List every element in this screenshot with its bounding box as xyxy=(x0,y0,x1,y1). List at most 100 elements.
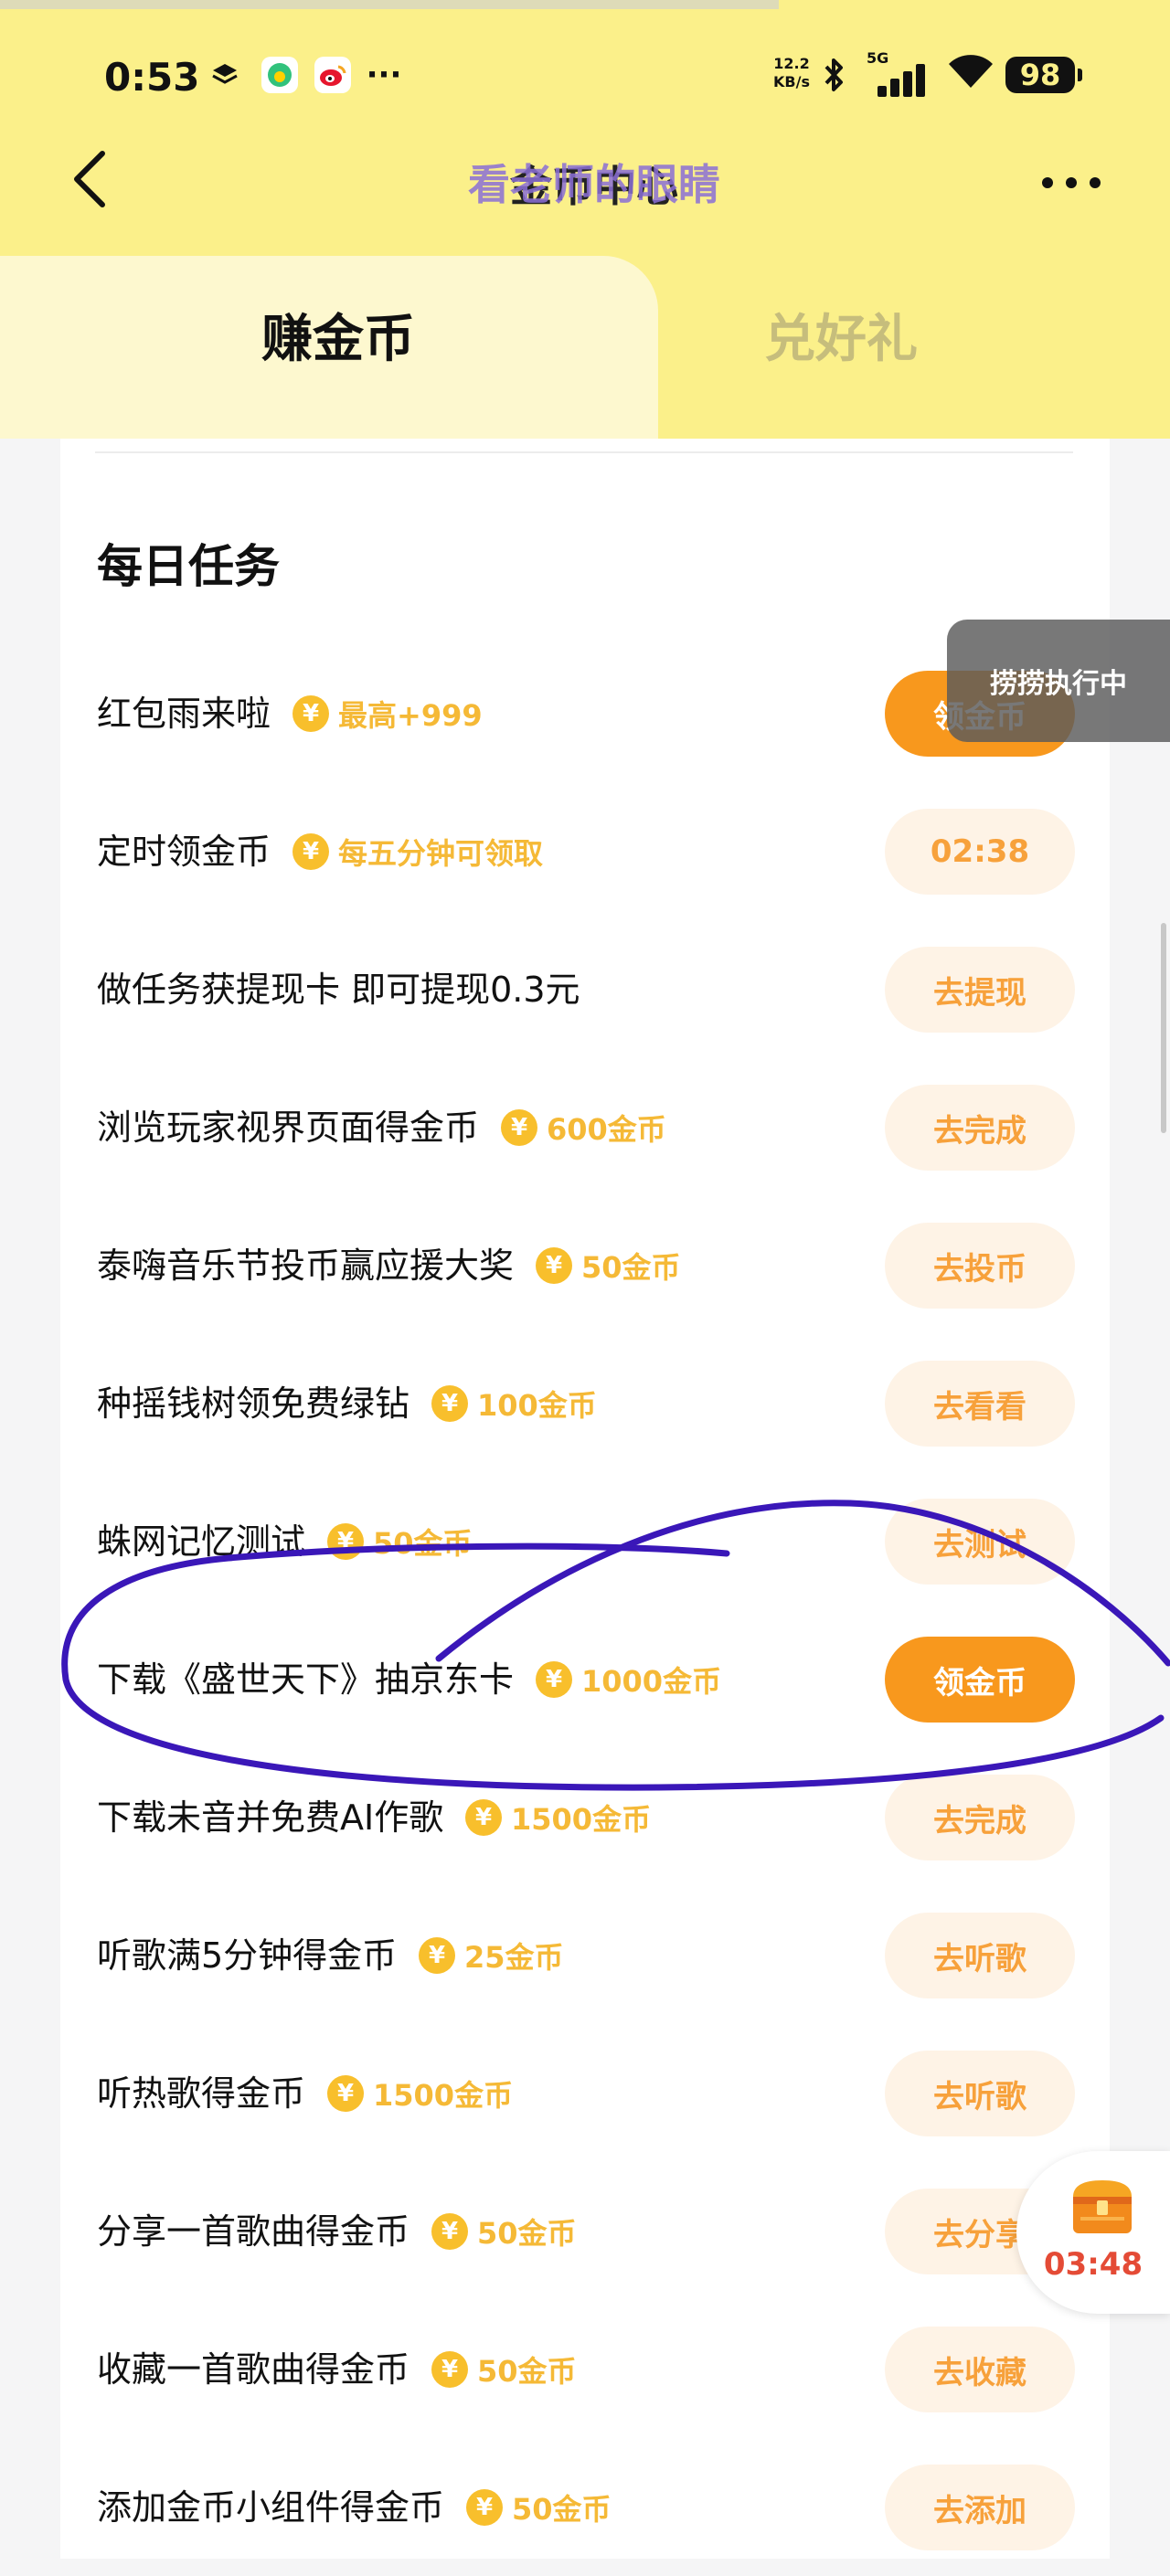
task-action-button[interactable]: 去完成 xyxy=(885,1775,1075,1860)
coin-icon: ¥ xyxy=(431,1385,468,1422)
treasure-chest-icon xyxy=(1073,2180,1132,2233)
tab-redeem-gifts[interactable]: 兑好礼 xyxy=(676,298,1005,372)
task-title: 听歌满5分钟得金币 xyxy=(97,1935,398,1976)
top-header: 0:53 ··· 12.2 KB/s 5G 98 金币中心 看老师的眼睛 赚金币… xyxy=(0,0,1170,439)
task-reward: ¥1000金币 xyxy=(536,1611,721,1748)
reward-amount: 最高+999 xyxy=(338,698,483,733)
task-reward: ¥25金币 xyxy=(419,1887,564,2024)
task-title: 分享一首歌曲得金币 xyxy=(97,2211,410,2252)
task-reward: ¥50金币 xyxy=(431,2301,577,2438)
task-action-button[interactable]: 去收藏 xyxy=(885,2327,1075,2412)
reward-amount: 1500金币 xyxy=(511,1802,652,1837)
task-row: 下载《盛世天下》抽京东卡 ¥1000金币 领金币 xyxy=(60,1611,1110,1748)
task-action-button[interactable]: 去测试 xyxy=(885,1499,1075,1585)
network-speed-value: 12.2 xyxy=(773,55,810,72)
tab-bar: 赚金币 兑好礼 xyxy=(0,256,1170,439)
task-reward: ¥50金币 xyxy=(536,1197,681,1334)
battery-level: 98 xyxy=(1019,58,1061,92)
coin-icon: ¥ xyxy=(536,1247,572,1284)
task-action-button[interactable]: 02:38 xyxy=(885,809,1075,895)
task-action-button[interactable]: 领金币 xyxy=(885,1637,1075,1723)
task-title: 蛛网记忆测试 xyxy=(97,1521,306,1562)
reward-amount: 50金币 xyxy=(477,2216,577,2251)
coin-icon: ¥ xyxy=(292,695,329,732)
task-action-button[interactable]: 去看看 xyxy=(885,1361,1075,1447)
network-speed-unit: KB/s xyxy=(773,73,810,90)
coin-icon: ¥ xyxy=(431,2213,468,2250)
coin-icon: ¥ xyxy=(465,1799,502,1836)
bluetooth-icon xyxy=(821,57,848,101)
coin-icon: ¥ xyxy=(327,1523,364,1560)
task-reward: ¥50金币 xyxy=(466,2439,612,2576)
task-title: 定时领金币 xyxy=(97,832,271,872)
reward-amount: 25金币 xyxy=(464,1940,564,1975)
task-reward: ¥ 每五分钟可领取 xyxy=(292,783,543,920)
task-action-button[interactable]: 去添加 xyxy=(885,2465,1075,2550)
task-action-button[interactable]: 去听歌 xyxy=(885,1913,1075,1998)
signal-icon xyxy=(878,64,932,97)
reward-amount: 100金币 xyxy=(477,1388,597,1423)
task-title: 红包雨来啦 xyxy=(97,694,271,734)
section-title: 每日任务 xyxy=(97,540,280,593)
task-reward: ¥ 最高+999 xyxy=(292,645,483,782)
top-progress-strip xyxy=(0,0,779,9)
daily-tasks-card: 每日任务 红包雨来啦 ¥ 最高+999 领金币 定时领金币 ¥ 每五分钟可领取 02:38 做任… xyxy=(60,439,1110,2559)
task-row: 添加金币小组件得金币 ¥50金币 去添加 xyxy=(60,2439,1110,2576)
task-row: 蛛网记忆测试 ¥50金币 去测试 xyxy=(60,1473,1110,1610)
reward-amount: 50金币 xyxy=(512,2492,612,2527)
weibo-icon xyxy=(314,57,351,93)
coin-icon: ¥ xyxy=(536,1661,572,1698)
back-arrow-icon[interactable] xyxy=(66,146,121,212)
tab-earn-coins[interactable]: 赚金币 xyxy=(0,256,658,439)
task-row: 听热歌得金币 ¥1500金币 去听歌 xyxy=(60,2025,1110,2162)
reward-amount: 1000金币 xyxy=(581,1664,722,1699)
task-title: 浏览玩家视界页面得金币 xyxy=(97,1108,480,1148)
task-reward: ¥50金币 xyxy=(431,2163,577,2300)
task-row: 分享一首歌曲得金币 ¥50金币 去分享 xyxy=(60,2163,1110,2300)
reward-amount: 50金币 xyxy=(373,1526,473,1561)
coin-icon: ¥ xyxy=(431,2351,468,2388)
task-row: 听歌满5分钟得金币 ¥25金币 去听歌 xyxy=(60,1887,1110,2024)
task-reward: ¥1500金币 xyxy=(327,2025,513,2162)
wifi-icon xyxy=(949,55,993,88)
status-bar: 0:53 ··· 12.2 KB/s 5G 98 xyxy=(0,48,1170,111)
task-row: 种摇钱树领免费绿钻 ¥100金币 去看看 xyxy=(60,1335,1110,1472)
network-speed: 12.2 KB/s xyxy=(773,55,810,91)
coin-icon: ¥ xyxy=(466,2489,503,2526)
task-action-button[interactable]: 去完成 xyxy=(885,1085,1075,1171)
reward-amount: 50金币 xyxy=(581,1250,681,1285)
task-reward: ¥100金币 xyxy=(431,1335,597,1472)
layers-icon xyxy=(207,57,243,93)
task-title: 做任务获提现卡 即可提现0.3元 xyxy=(97,970,580,1010)
task-action-button[interactable]: 去投币 xyxy=(885,1223,1075,1309)
task-reward: ¥600金币 xyxy=(501,1059,666,1196)
reward-amount: 600金币 xyxy=(547,1112,666,1147)
section-divider xyxy=(95,451,1073,453)
task-action-button[interactable]: 去提现 xyxy=(885,947,1075,1033)
task-title: 下载《盛世天下》抽京东卡 xyxy=(97,1659,515,1700)
battery-indicator: 98 xyxy=(1005,57,1082,93)
scrollbar[interactable] xyxy=(1161,923,1166,1133)
status-time: 0:53 xyxy=(104,55,200,100)
coin-icon: ¥ xyxy=(419,1937,455,1974)
task-row: 定时领金币 ¥ 每五分钟可领取 02:38 xyxy=(60,783,1110,920)
task-title: 听热歌得金币 xyxy=(97,2073,306,2114)
more-notifications-icon: ··· xyxy=(366,57,402,93)
tab-earn-coins-label: 赚金币 xyxy=(261,310,415,369)
task-action-button[interactable]: 去听歌 xyxy=(885,2051,1075,2136)
task-reward: ¥50金币 xyxy=(327,1473,473,1610)
task-title: 添加金币小组件得金币 xyxy=(97,2487,445,2528)
task-title: 下载未音并免费AI作歌 xyxy=(97,1797,444,1838)
reward-amount: 1500金币 xyxy=(373,2078,514,2113)
task-reward: ¥1500金币 xyxy=(465,1749,651,1886)
chest-timer: 03:48 xyxy=(1043,2246,1143,2283)
task-row: 泰嗨音乐节投币赢应援大奖 ¥50金币 去投币 xyxy=(60,1197,1110,1334)
more-options-icon[interactable] xyxy=(1042,164,1124,201)
overlay-caption: 看老师的眼睛 xyxy=(468,160,720,209)
task-row: 做任务获提现卡 即可提现0.3元 去提现 xyxy=(60,921,1110,1058)
coin-icon: ¥ xyxy=(327,2075,364,2112)
task-title: 泰嗨音乐节投币赢应援大奖 xyxy=(97,1246,515,1286)
reward-amount: 每五分钟可领取 xyxy=(338,836,544,871)
task-row: 收藏一首歌曲得金币 ¥50金币 去收藏 xyxy=(60,2301,1110,2438)
floating-treasure-chest[interactable]: 03:48 xyxy=(1016,2151,1170,2314)
